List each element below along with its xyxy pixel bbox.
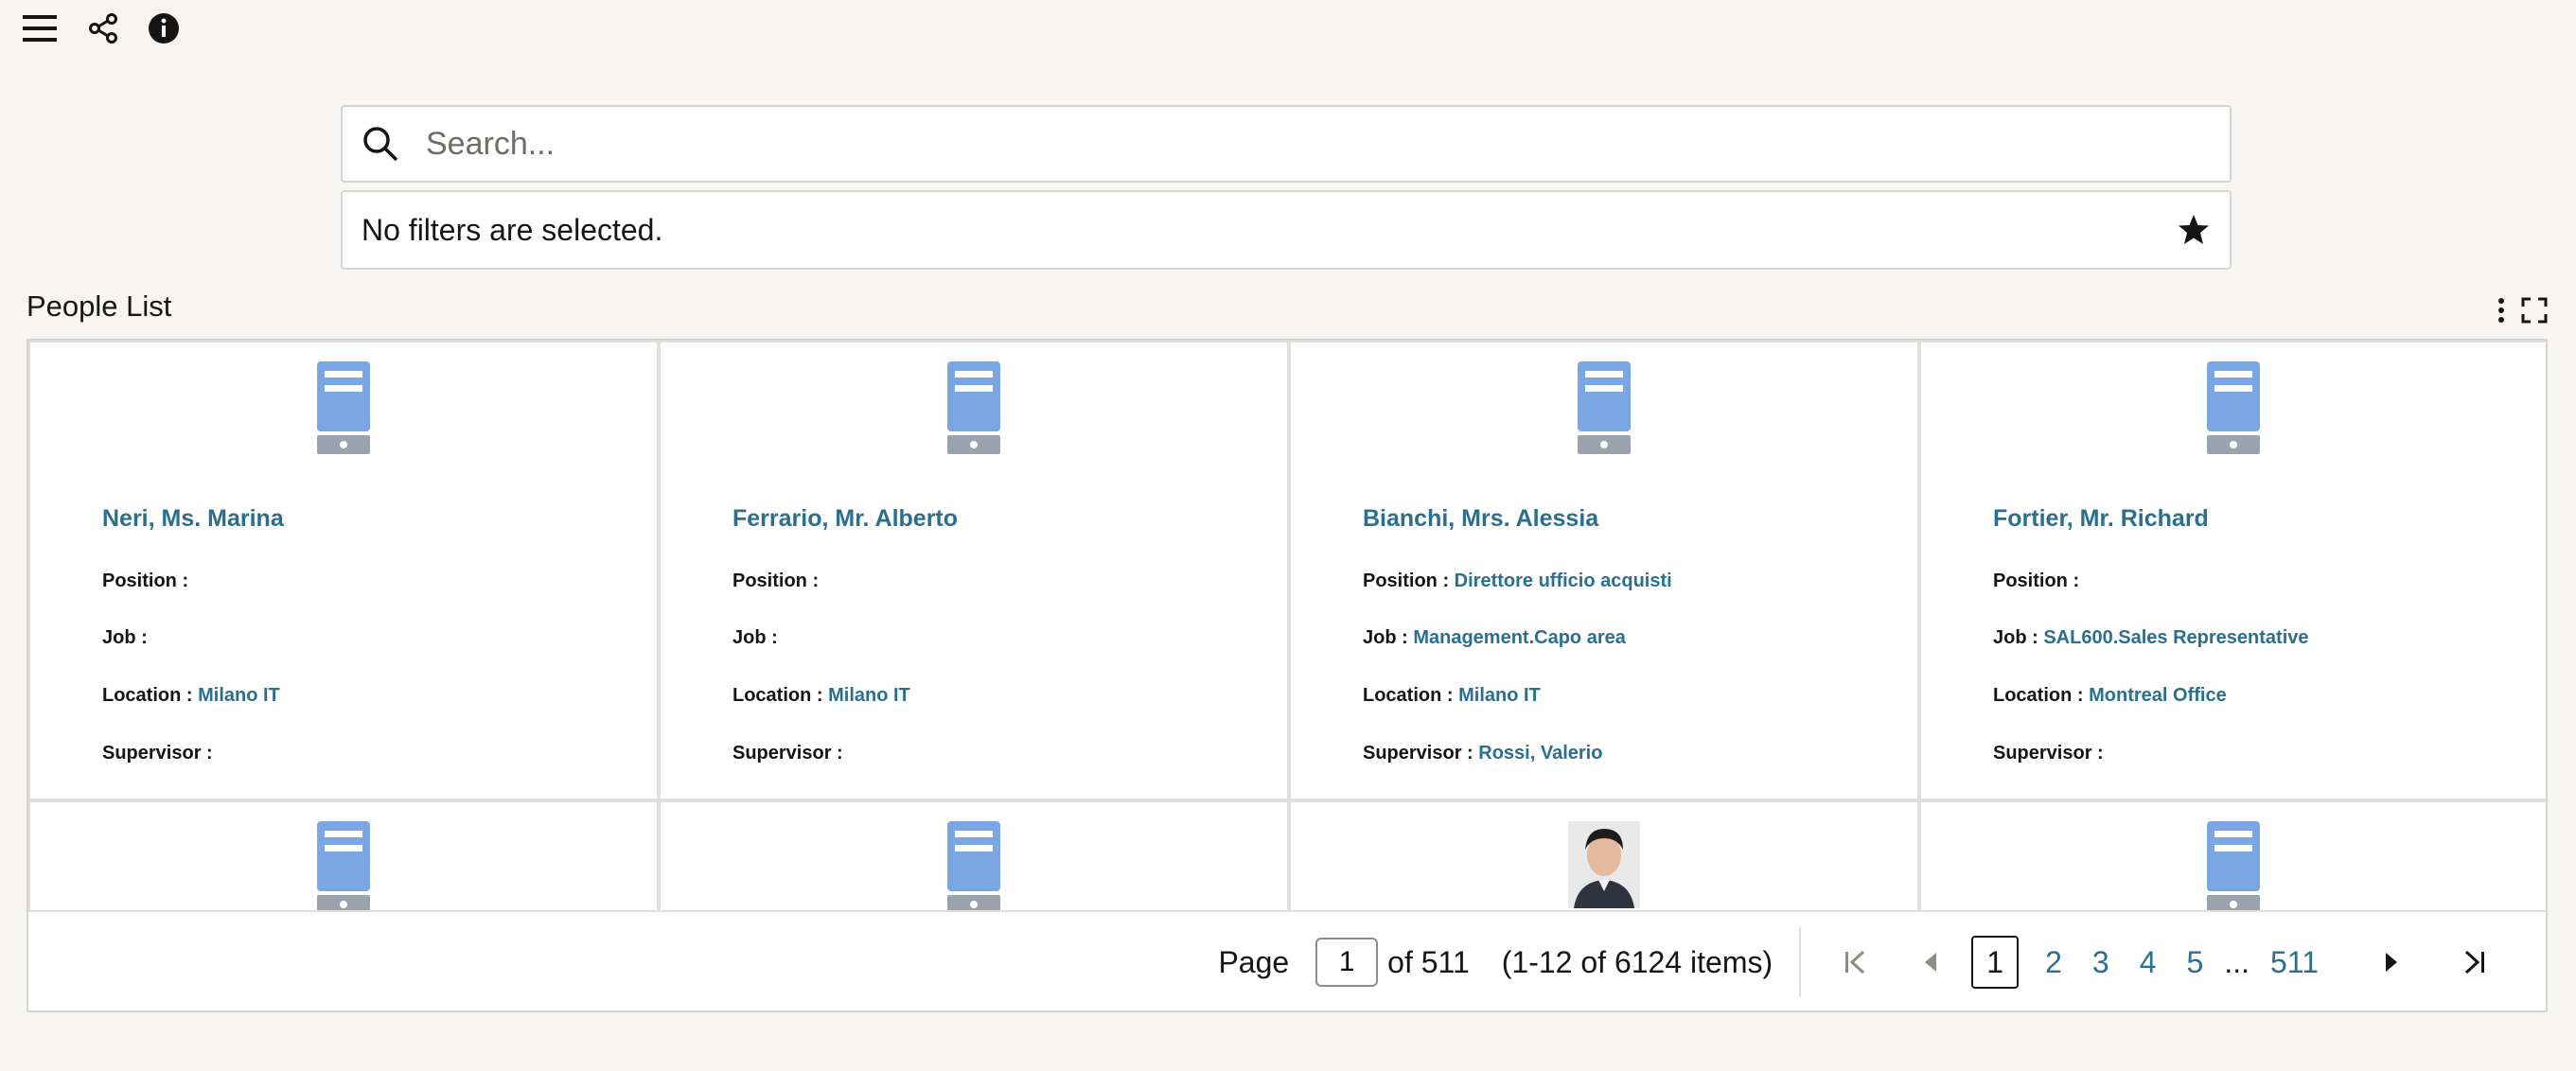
person-card[interactable]: Fortier, Mr. Richard Position : Job : SA…	[1921, 342, 2546, 799]
job-value[interactable]: SAL600.Sales Representative	[2043, 627, 2308, 648]
location-row: Location : Milano IT	[1363, 685, 1541, 707]
position-label: Position :	[732, 571, 820, 591]
location-value[interactable]: Montreal Office	[2089, 685, 2227, 706]
first-page-icon[interactable]	[1829, 937, 1880, 988]
page-count-label: of 511	[1387, 944, 1470, 979]
position-row: Position :	[102, 571, 188, 592]
position-row: Position :	[732, 571, 819, 592]
job-value[interactable]: Management.Capo area	[1413, 627, 1626, 648]
default-avatar-icon	[1578, 361, 1631, 459]
supervisor-row: Supervisor :	[1993, 743, 2104, 764]
job-row: Job : SAL600.Sales Representative	[1993, 627, 2309, 649]
menu-icon[interactable]	[21, 9, 59, 47]
location-value[interactable]: Milano IT	[1458, 685, 1541, 706]
search-input[interactable]	[424, 124, 2230, 164]
job-label: Job :	[732, 627, 778, 648]
page-button[interactable]: 5	[2187, 945, 2204, 980]
supervisor-row: Supervisor :	[102, 743, 213, 764]
supervisor-value[interactable]: Rossi, Valerio	[1478, 743, 1602, 764]
location-row: Location : Montreal Office	[1993, 685, 2227, 707]
person-name-link[interactable]: Neri, Ms. Marina	[102, 505, 284, 533]
expand-icon[interactable]	[2521, 297, 2548, 328]
next-page-icon[interactable]	[2366, 937, 2417, 988]
page-button[interactable]: 4	[2140, 945, 2157, 980]
list-actions	[2497, 297, 2548, 328]
pagination-bar: Page of 511 (1-12 of 6124 items) 1 2 3 4…	[28, 910, 2546, 1010]
filter-bar: No filters are selected.	[341, 190, 2232, 270]
page-label: Page	[1218, 944, 1290, 979]
person-card[interactable]: Ferrario, Mr. Alberto Position : Job : L…	[661, 342, 1287, 799]
supervisor-row: Supervisor : Rossi, Valerio	[1363, 743, 1602, 764]
top-toolbar	[21, 8, 180, 49]
position-label: Position :	[102, 571, 189, 591]
location-row: Location : Milano IT	[732, 685, 910, 707]
search-box	[341, 105, 2232, 183]
person-name-link[interactable]: Ferrario, Mr. Alberto	[732, 505, 958, 533]
star-icon[interactable]	[2177, 213, 2211, 247]
filter-status-text: No filters are selected.	[362, 212, 663, 247]
people-list-panel: Neri, Ms. Marina Position : Job : Locati…	[26, 339, 2548, 1012]
share-icon[interactable]	[87, 12, 119, 44]
person-card[interactable]	[30, 802, 657, 910]
items-range-label: (1-12 of 6124 items)	[1501, 944, 1773, 979]
person-photo	[1568, 821, 1640, 910]
people-list-title: People List	[26, 290, 172, 323]
location-label: Location :	[1363, 685, 1454, 706]
location-label: Location :	[732, 685, 823, 706]
location-value[interactable]: Milano IT	[198, 685, 280, 706]
default-avatar-icon	[947, 821, 1000, 910]
supervisor-label: Supervisor :	[1363, 743, 1473, 764]
previous-page-icon[interactable]	[1905, 937, 1956, 988]
supervisor-row: Supervisor :	[732, 743, 843, 764]
person-name-link[interactable]: Fortier, Mr. Richard	[1993, 505, 2209, 533]
location-value[interactable]: Milano IT	[828, 685, 910, 706]
person-card[interactable]	[1291, 802, 1917, 910]
default-avatar-icon	[947, 361, 1000, 459]
person-card[interactable]	[661, 802, 1287, 910]
info-icon[interactable]	[148, 12, 180, 44]
people-grid: Neri, Ms. Marina Position : Job : Locati…	[28, 341, 2546, 910]
supervisor-label: Supervisor :	[102, 743, 213, 764]
position-row: Position : Direttore ufficio acquisti	[1363, 571, 1672, 592]
person-name-link[interactable]: Bianchi, Mrs. Alessia	[1363, 505, 1598, 533]
location-label: Location :	[1993, 685, 2084, 706]
position-label: Position :	[1993, 571, 2080, 591]
page-button[interactable]: 2	[2045, 945, 2062, 980]
job-label: Job :	[1993, 627, 2038, 648]
position-label: Position :	[1363, 571, 1450, 591]
supervisor-label: Supervisor :	[1993, 743, 2104, 764]
pager-ellipsis: ...	[2224, 944, 2250, 979]
pager-divider	[1799, 927, 1802, 997]
search-icon	[360, 123, 401, 165]
location-row: Location : Milano IT	[102, 685, 280, 707]
supervisor-label: Supervisor :	[732, 743, 843, 764]
location-label: Location :	[102, 685, 193, 706]
person-card[interactable]: Neri, Ms. Marina Position : Job : Locati…	[30, 342, 657, 799]
page-number-input[interactable]	[1315, 938, 1379, 987]
default-avatar-icon	[317, 821, 370, 910]
position-row: Position :	[1993, 571, 2079, 592]
job-row: Job :	[732, 627, 778, 649]
page-button-last[interactable]: 511	[2270, 945, 2319, 980]
job-row: Job : Management.Capo area	[1363, 627, 1626, 649]
job-label: Job :	[102, 627, 148, 648]
default-avatar-icon	[2207, 361, 2260, 459]
last-page-icon[interactable]	[2449, 937, 2500, 988]
job-label: Job :	[1363, 627, 1408, 648]
job-row: Job :	[102, 627, 148, 649]
person-card[interactable]	[1921, 802, 2546, 910]
person-card[interactable]: Bianchi, Mrs. Alessia Position : Diretto…	[1291, 342, 1917, 799]
page-button-current[interactable]: 1	[1971, 936, 2020, 989]
default-avatar-icon	[317, 361, 370, 459]
more-options-icon[interactable]	[2497, 297, 2506, 328]
position-value[interactable]: Direttore ufficio acquisti	[1455, 571, 1672, 591]
page-button[interactable]: 3	[2092, 945, 2109, 980]
default-avatar-icon	[2207, 821, 2260, 910]
